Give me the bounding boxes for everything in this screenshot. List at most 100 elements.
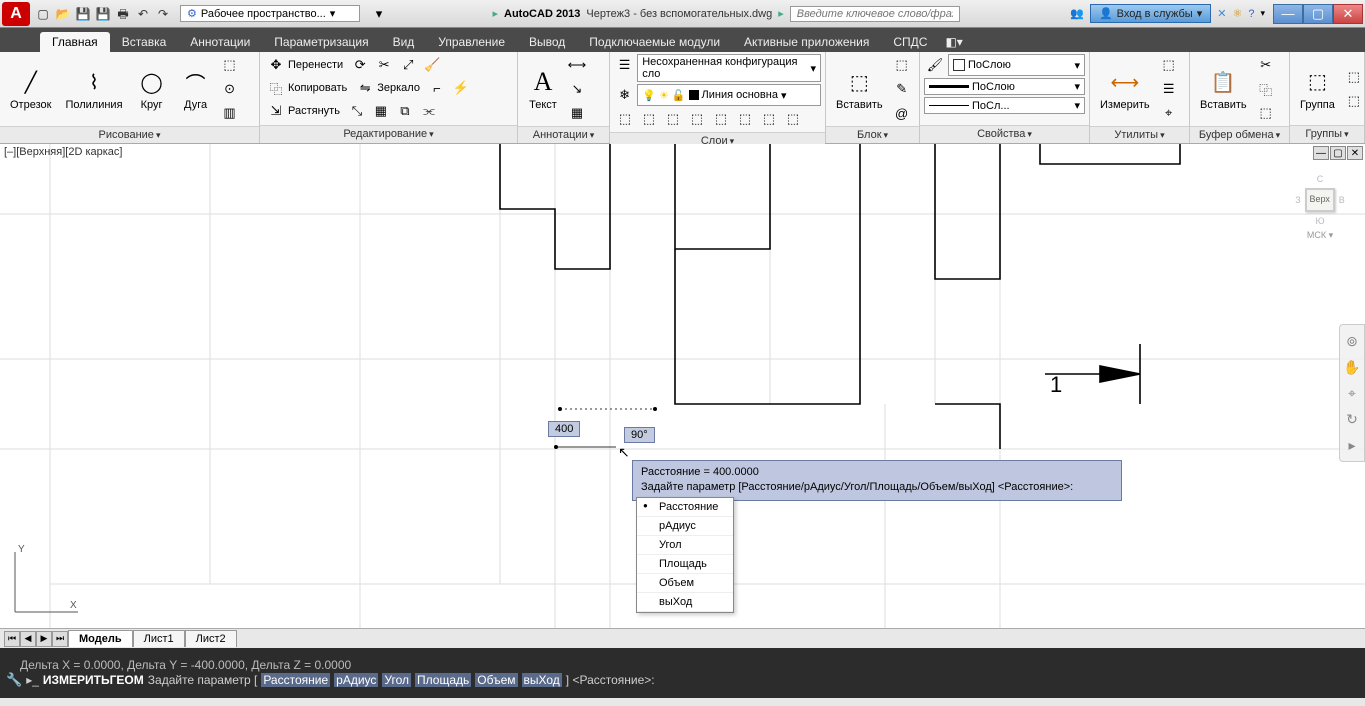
measure-button[interactable]: ⟷Измерить [1094, 63, 1156, 115]
mdi-close-button[interactable]: ✕ [1347, 146, 1363, 160]
tab-next-button[interactable]: ▶ [36, 631, 52, 647]
qat-dropdown[interactable]: ▾ [368, 3, 390, 25]
layout-model[interactable]: Модель [68, 630, 133, 647]
ucs-label[interactable]: МСК ▾ [1307, 230, 1333, 241]
util-2-icon[interactable]: ☰ [1158, 78, 1180, 100]
layer-current-dropdown[interactable]: 💡 ☀ 🔓 Линия основна▾ [637, 84, 821, 106]
close-button[interactable]: ✕ [1333, 4, 1363, 24]
maximize-button[interactable]: ▢ [1303, 4, 1333, 24]
block-create-icon[interactable]: ⬚ [891, 54, 913, 76]
table-icon[interactable]: ▦ [566, 102, 588, 124]
new-icon[interactable]: ▢ [34, 5, 52, 23]
circle-button[interactable]: ◯Круг [131, 63, 173, 115]
tab-parametric[interactable]: Параметризация [262, 32, 380, 52]
minimize-button[interactable]: — [1273, 4, 1303, 24]
option-volume[interactable]: Объем [637, 574, 733, 593]
layer-tool8-icon[interactable]: ⬚ [782, 108, 804, 130]
orbit-icon[interactable]: ↻ [1342, 409, 1362, 429]
tab-first-button[interactable]: ⏮ [4, 631, 20, 647]
option-distance[interactable]: Расстояние [637, 498, 733, 517]
panel-clipboard-title[interactable]: Буфер обмена▾ [1190, 126, 1289, 143]
open-icon[interactable]: 📂 [54, 5, 72, 23]
tab-plugins[interactable]: Подключаемые модули [577, 32, 732, 52]
block-edit-icon[interactable]: ✎ [891, 78, 913, 100]
help-icon[interactable]: ? [1248, 8, 1254, 20]
saveas-icon[interactable]: 💾 [94, 5, 112, 23]
block-attr-icon[interactable]: @ [891, 102, 913, 124]
mdi-restore-button[interactable]: ▢ [1330, 146, 1346, 160]
option-angle[interactable]: Угол [637, 536, 733, 555]
join-icon[interactable]: ⫘ [418, 100, 440, 122]
tab-output[interactable]: Вывод [517, 32, 577, 52]
save-icon[interactable]: 💾 [74, 5, 92, 23]
panel-modify-title[interactable]: Редактирование▾ [260, 125, 517, 143]
copy-clip-icon[interactable]: ⿻ [1255, 78, 1277, 100]
undo-icon[interactable]: ↶ [134, 5, 152, 23]
redo-icon[interactable]: ↷ [154, 5, 172, 23]
extend-icon[interactable]: ⤢ [397, 54, 419, 76]
people-icon[interactable]: 👥 [1070, 7, 1084, 20]
panel-utilities-title[interactable]: Утилиты▾ [1090, 126, 1189, 143]
move-button[interactable]: ✥Перенести [264, 54, 347, 76]
stretch-button[interactable]: ⇲Растянуть [264, 100, 344, 122]
group-button[interactable]: ⬚Группа [1294, 63, 1341, 115]
draw-extra3-icon[interactable]: ▥ [219, 102, 241, 124]
option-area[interactable]: Площадь [637, 555, 733, 574]
title-right-arrow[interactable]: ▸ [778, 7, 784, 20]
polyline-button[interactable]: ⌇Полилиния [59, 63, 128, 115]
showmotion-icon[interactable]: ▸ [1342, 435, 1362, 455]
viewcube-top-face[interactable]: Верх [1305, 188, 1335, 212]
panel-properties-title[interactable]: Свойства▾ [920, 125, 1089, 143]
erase-icon[interactable]: 🧹 [421, 54, 443, 76]
tab-last-button[interactable]: ⏭ [52, 631, 68, 647]
workspace-dropdown[interactable]: ⚙ Рабочее пространство... ▾ [180, 5, 360, 22]
group-2-icon[interactable]: ⬚ [1343, 90, 1365, 112]
insert-block-button[interactable]: ⬚Вставить [830, 63, 889, 115]
exchange-icon[interactable]: ✕ [1217, 7, 1226, 20]
tab-manage[interactable]: Управление [426, 32, 517, 52]
scale-icon[interactable]: ⤡ [346, 100, 368, 122]
view-cube[interactable]: С З Верх В Ю МСК ▾ [1285, 174, 1355, 264]
paste-button[interactable]: 📋Вставить [1194, 63, 1253, 115]
tab-spds[interactable]: СПДС [881, 32, 939, 52]
util-1-icon[interactable]: ⬚ [1158, 54, 1180, 76]
mirror-button[interactable]: ⇋Зеркало [353, 77, 424, 99]
fillet-icon[interactable]: ⌐ [426, 77, 448, 99]
option-radius[interactable]: рАдиус [637, 517, 733, 536]
cmd-opt-volume[interactable]: Объем [475, 673, 517, 687]
group-1-icon[interactable]: ⬚ [1343, 66, 1365, 88]
tab-view[interactable]: Вид [381, 32, 427, 52]
color-dropdown[interactable]: ПоСлою▾ [948, 54, 1085, 76]
distance-value-box[interactable]: 400 [548, 421, 580, 437]
cmd-opt-distance[interactable]: Расстояние [261, 673, 330, 687]
layer-config-dropdown[interactable]: Несохраненная конфигурация сло▾ [637, 54, 821, 82]
panel-draw-title[interactable]: Рисование▾ [0, 126, 259, 143]
command-line[interactable]: Дельта X = 0.0000, Дельта Y = -400.0000,… [0, 648, 1365, 698]
array-icon[interactable]: ▦ [370, 100, 392, 122]
arc-button[interactable]: ⌒Дуга [175, 63, 217, 115]
clip-extra-icon[interactable]: ⬚ [1255, 102, 1277, 124]
panel-block-title[interactable]: Блок▾ [826, 126, 919, 143]
steering-wheel-icon[interactable]: ⊚ [1342, 331, 1362, 351]
tab-annotate[interactable]: Аннотации [178, 32, 262, 52]
draw-extra2-icon[interactable]: ⊙ [219, 78, 241, 100]
cmd-opt-exit[interactable]: выХод [522, 673, 562, 687]
exchange2-icon[interactable]: ⚛ [1232, 7, 1242, 20]
layer-props-icon[interactable]: ☰ [614, 54, 635, 76]
tab-expand[interactable]: ◧▾ [939, 32, 968, 52]
layer-tool2-icon[interactable]: ⬚ [638, 108, 660, 130]
trim-icon[interactable]: ✂ [373, 54, 395, 76]
viewport-label[interactable]: [–][Верхняя][2D каркас] [4, 146, 122, 158]
layer-tool3-icon[interactable]: ⬚ [662, 108, 684, 130]
layer-tool1-icon[interactable]: ⬚ [614, 108, 636, 130]
tab-main[interactable]: Главная [40, 32, 110, 52]
line-button[interactable]: ╱Отрезок [4, 63, 57, 115]
layer-tool7-icon[interactable]: ⬚ [758, 108, 780, 130]
layer-tool5-icon[interactable]: ⬚ [710, 108, 732, 130]
search-input[interactable] [790, 6, 960, 22]
panel-annotation-title[interactable]: Аннотации▾ [518, 126, 609, 143]
lineweight-dropdown[interactable]: ПоСлою▾ [924, 78, 1085, 95]
util-3-icon[interactable]: ⌖ [1158, 102, 1180, 124]
layout-sheet2[interactable]: Лист2 [185, 630, 237, 647]
option-exit[interactable]: выХод [637, 593, 733, 612]
